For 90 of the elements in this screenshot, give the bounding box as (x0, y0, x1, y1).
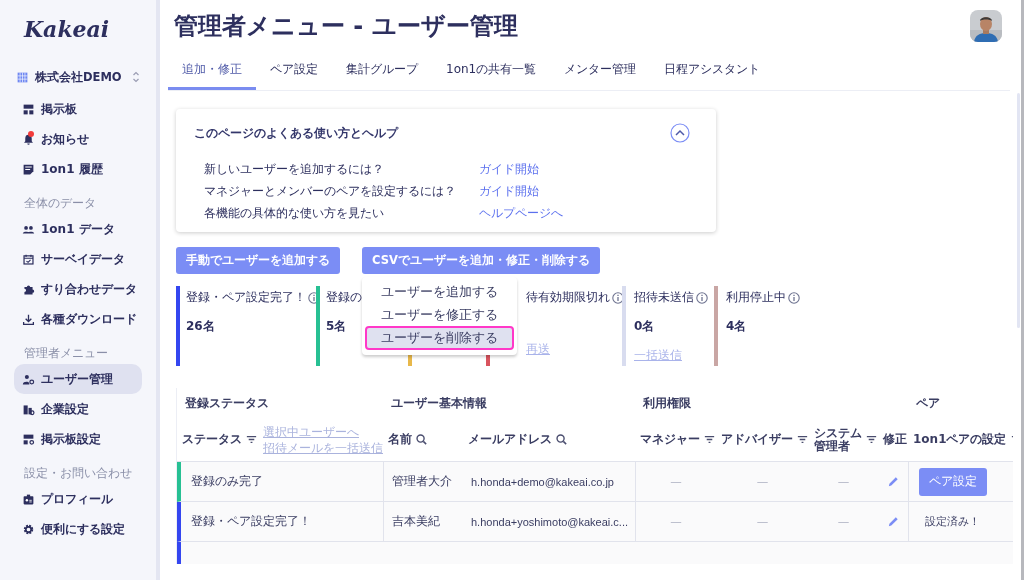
menu-item[interactable]: ユーザーを修正する (365, 303, 514, 325)
column-header: マネジャー (640, 431, 700, 448)
search-icon[interactable] (415, 433, 428, 446)
gear-icon (22, 522, 35, 536)
section-title: 全体のデータ (24, 196, 97, 211)
sidebar-item[interactable]: 1on1 履歴 (14, 154, 142, 184)
table-cell: — (670, 474, 682, 489)
column-header: アドバイザー (721, 431, 793, 448)
id-card-icon (22, 492, 35, 506)
help-title: このページのよくある使い方とヘルプ (194, 124, 398, 142)
stat-label: 招待未送信 (634, 289, 694, 306)
organization-name[interactable]: 株式会社DEMO (35, 69, 126, 85)
table-cell: h.honda+demo@kakeai.co.jp (471, 475, 614, 488)
table-cell: 登録のみ完了 (191, 474, 263, 489)
stat-value: 0名 (634, 318, 656, 335)
tab[interactable]: 日程アシスタント (650, 52, 775, 90)
sidebar-item[interactable]: すり合わせデータ (14, 274, 142, 304)
table-cell: — (837, 514, 850, 529)
sidebar-item[interactable]: サーベイデータ (14, 244, 142, 274)
tab[interactable]: メンター管理 (550, 52, 651, 90)
puzzle-icon (22, 282, 35, 296)
tab[interactable]: 集計グループ (332, 52, 432, 90)
table-cell: 管理者大介 (392, 474, 452, 489)
info-icon[interactable] (612, 291, 624, 304)
column-group-header: ペア (916, 394, 940, 412)
bulk-invite-link: 選択中ユーザーへ 招待メールを一括送信 (263, 423, 383, 456)
stat-value: 4名 (726, 318, 748, 335)
stat-label: 利用停止中 (726, 289, 786, 306)
help-question: 新しいユーザーを追加するには？ (204, 161, 385, 178)
column-header: ステータス (182, 431, 242, 448)
column-header: 1on1ペアの設定 (913, 431, 1007, 448)
stat-value: 26名 (186, 318, 216, 335)
column-header: 名前 (388, 431, 412, 448)
table-cell: 登録・ペア設定完了！ (191, 514, 311, 529)
pencil-icon[interactable] (886, 515, 900, 528)
help-question: マネジャーとメンバーのペアを設定するには？ (204, 183, 457, 200)
column-header: メールアドレス (468, 431, 552, 448)
download-icon (22, 312, 35, 326)
table-cell: h.honda+yoshimoto@kakeai.c... (471, 515, 628, 528)
tab[interactable]: ペア設定 (256, 52, 332, 90)
help-link[interactable]: ヘルプページへ (479, 205, 563, 222)
user-gear-icon (22, 372, 35, 386)
search-icon[interactable] (555, 433, 568, 446)
table-cell: 吉本美紀 (392, 514, 440, 529)
calendar-icon (22, 252, 35, 266)
note-icon (22, 162, 35, 176)
sidebar-item[interactable]: 1on1 データ (14, 214, 142, 244)
menu-item[interactable]: ユーザーを削除する (365, 326, 514, 350)
column-group-header: 登録ステータス (185, 394, 269, 412)
building-icon (22, 402, 35, 416)
info-icon[interactable] (788, 291, 800, 304)
help-link[interactable]: ガイド開始 (479, 183, 539, 200)
stat-label: 登録の (326, 289, 362, 306)
sidebar-item[interactable]: 掲示板設定 (14, 424, 142, 454)
stat-label: 登録・ペア設定完了！ (186, 289, 306, 306)
table-cell: 設定済み！ (925, 514, 980, 529)
table-cell: — (756, 474, 769, 489)
section-title: 管理者メニュー (24, 346, 109, 361)
stat-value: 5名 (326, 318, 348, 335)
stat-label: 待有効期限切れ (526, 289, 610, 306)
pencil-icon[interactable] (886, 475, 900, 488)
sidebar-item[interactable]: ユーザー管理 (14, 364, 142, 394)
logo[interactable]: Kakeai (24, 16, 110, 42)
grid-icon (16, 70, 29, 84)
sidebar-item[interactable]: 企業設定 (14, 394, 142, 424)
collapse-icon[interactable] (670, 123, 690, 143)
section-title: 設定・お問い合わせ (24, 466, 133, 481)
page-title: 管理者メニュー - ユーザー管理 (174, 11, 518, 42)
board-gear-icon (22, 432, 35, 446)
column-group-header: 利用権限 (643, 394, 691, 412)
help-link[interactable]: ガイド開始 (479, 161, 539, 178)
menu-item[interactable]: ユーザーを追加する (365, 280, 514, 302)
sidebar-item[interactable]: 掲示板 (14, 94, 142, 124)
sidebar-item[interactable]: お知らせ (14, 124, 142, 154)
help-question: 各機能の具体的な使い方を見たい (204, 205, 385, 222)
board-icon (22, 102, 35, 116)
table-cell: — (670, 514, 682, 529)
column-group-header: ユーザー基本情報 (391, 394, 487, 412)
column-header: システム管理者 (814, 426, 862, 453)
bell-icon (22, 132, 35, 146)
column-header: 修正 (883, 431, 907, 448)
sidebar-item[interactable]: 便利にする設定 (14, 514, 142, 544)
sidebar-item[interactable]: プロフィール (14, 484, 142, 514)
table-cell: — (837, 474, 850, 489)
tab[interactable]: 追加・修正 (168, 52, 256, 90)
updown-icon[interactable] (132, 70, 140, 84)
info-icon[interactable] (696, 291, 708, 304)
table-cell: — (756, 514, 769, 529)
tab[interactable]: 1on1の共有一覧 (432, 52, 551, 90)
sidebar-item[interactable]: 各種ダウンロード (14, 304, 142, 334)
